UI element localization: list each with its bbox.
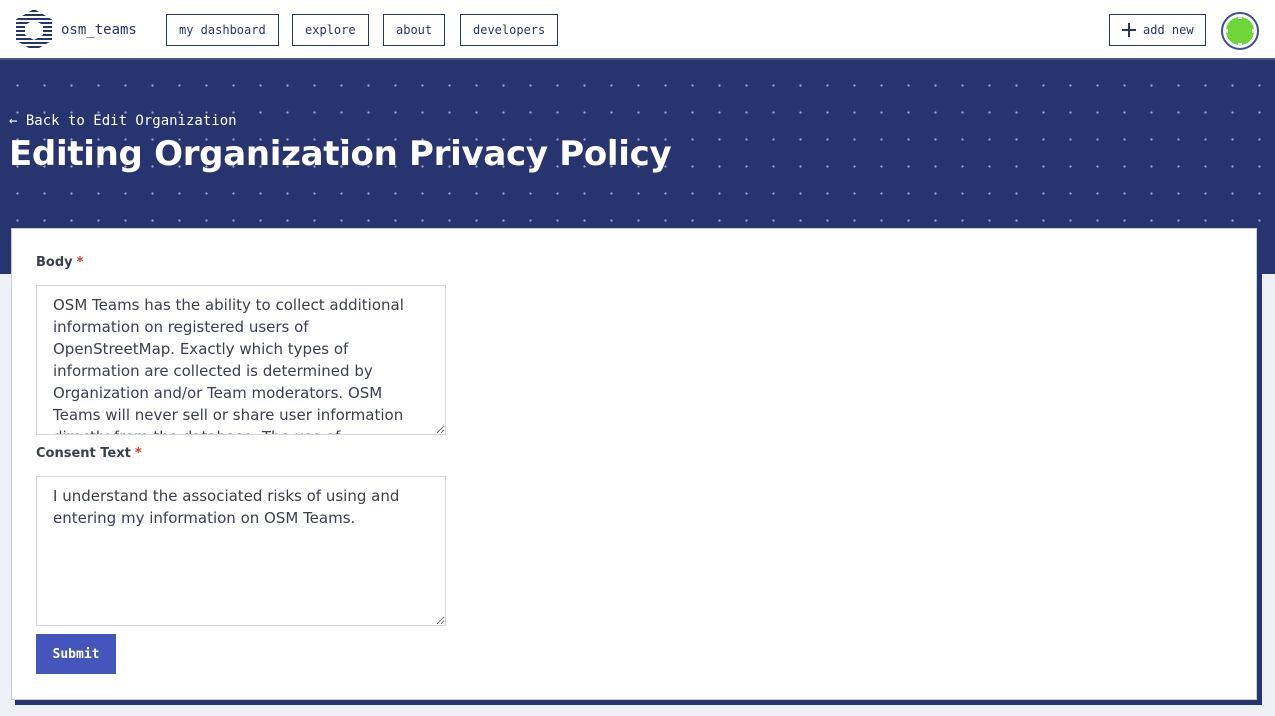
- nav-my-dashboard[interactable]: my dashboard: [166, 14, 279, 46]
- nav-about[interactable]: about: [383, 14, 446, 46]
- plus-icon: [1122, 23, 1136, 37]
- body-label: Body *: [36, 255, 83, 270]
- add-new-label: add new: [1143, 23, 1194, 37]
- top-navbar: osm_teams my dashboard explore about dev…: [0, 0, 1275, 60]
- submit-button[interactable]: Submit: [36, 634, 116, 674]
- required-marker: *: [134, 446, 142, 461]
- consent-text-textarea[interactable]: I understand the associated risks of usi…: [36, 476, 446, 626]
- page-title: Editing Organization Privacy Policy: [9, 134, 672, 174]
- nav-explore[interactable]: explore: [292, 14, 369, 46]
- nav-developers[interactable]: developers: [460, 14, 559, 46]
- brand-name: osm_teams: [61, 22, 137, 38]
- user-avatar-icon[interactable]: [1221, 12, 1259, 50]
- brand-link[interactable]: osm_teams: [14, 8, 137, 52]
- body-textarea[interactable]: OSM Teams has the ability to collect add…: [36, 285, 446, 435]
- back-to-edit-organization-link[interactable]: ← Back to Edit Organization: [9, 113, 237, 129]
- osm-teams-logo-icon: [14, 8, 54, 52]
- add-new-button[interactable]: add new: [1109, 14, 1206, 46]
- consent-text-label: Consent Text *: [36, 446, 142, 461]
- consent-text-label-text: Consent Text: [36, 446, 131, 461]
- required-marker: *: [76, 255, 84, 270]
- body-label-text: Body: [36, 255, 73, 270]
- avatar-image: [1226, 17, 1254, 45]
- privacy-policy-form: Body * OSM Teams has the ability to colle…: [11, 228, 1257, 700]
